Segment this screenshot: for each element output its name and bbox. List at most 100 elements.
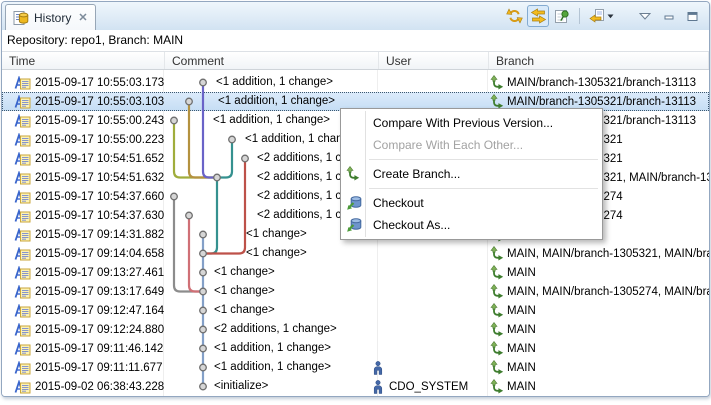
time-cell: 2015-09-17 10:55:03.103 xyxy=(14,92,164,111)
commit-comment: <initialize> xyxy=(214,380,268,392)
time-cell: 2015-09-17 10:55:03.173 xyxy=(14,73,164,92)
tab-bar: History ✕ xyxy=(2,2,709,30)
table-row[interactable]: 2015-09-17 09:12:47.164 <1 change> MAIN xyxy=(2,301,709,320)
table-row[interactable]: 2015-09-17 09:14:04.658 <1 change> MAIN,… xyxy=(2,244,709,263)
context-menu: Compare With Previous Version...Compare … xyxy=(340,108,603,240)
commit-time: 2015-09-17 09:13:27.461 xyxy=(35,267,164,279)
table-row[interactable]: 2015-09-17 10:55:03.173 <1 addition, 1 c… xyxy=(2,73,709,92)
branch-names: MAIN/branch-1305321/branch-13113 xyxy=(507,77,696,89)
history-view-panel: History ✕ xyxy=(1,1,710,397)
commit-icon xyxy=(14,266,31,280)
time-cell: 2015-09-17 10:54:37.660 xyxy=(14,187,164,206)
commit-time: 2015-09-17 09:11:11.677 xyxy=(35,362,162,374)
commit-comment: <1 addition, 1 change> xyxy=(216,76,333,88)
minimize-button[interactable] xyxy=(658,5,680,27)
menu-item-label: Compare With Previous Version... xyxy=(373,116,553,130)
table-row[interactable]: 2015-09-17 09:11:46.142 <1 addition, 1 c… xyxy=(2,339,709,358)
commit-time: 2015-09-17 10:55:00.243 xyxy=(35,115,164,127)
commit-icon xyxy=(14,285,31,299)
commit-icon xyxy=(14,152,31,166)
compare-mode-menu-button[interactable] xyxy=(586,5,616,27)
user-icon xyxy=(373,380,383,394)
branch-names: MAIN, MAIN/branch-1305274, MAIN/branch-1… xyxy=(507,286,709,298)
view-menu-button[interactable] xyxy=(634,5,656,27)
commit-time: 2015-09-02 06:38:43.228 xyxy=(35,381,164,393)
commit-icon xyxy=(14,228,31,242)
table-row[interactable]: 2015-09-17 09:11:11.677 <1 addition, 1 c… xyxy=(2,358,709,377)
commit-icon xyxy=(14,171,31,185)
maximize-icon xyxy=(687,11,699,22)
commit-comment: <1 change> xyxy=(214,266,275,278)
table-row[interactable]: 2015-09-02 06:38:43.228 <initialize> CDO… xyxy=(2,377,709,396)
user-cell: CDO_SYSTEM xyxy=(373,377,468,396)
table-row[interactable]: 2015-09-17 09:13:17.649 <1 change> MAIN,… xyxy=(2,282,709,301)
menu-item-compare-with-previous-version[interactable]: Compare With Previous Version... xyxy=(342,112,601,134)
commit-comment: <1 addition, 1 change> xyxy=(218,95,335,107)
commit-time: 2015-09-17 10:54:51.652 xyxy=(35,153,164,165)
table-row[interactable]: 2015-09-17 09:13:27.461 <1 change> MAIN xyxy=(2,263,709,282)
commit-time: 2015-09-17 09:12:24.880 xyxy=(35,324,164,336)
column-header-time[interactable]: Time xyxy=(2,52,165,69)
branch-names: MAIN xyxy=(507,362,536,374)
branch-names: MAIN xyxy=(507,267,536,279)
checkout-icon xyxy=(346,217,362,233)
commit-comment: <1 addition, 1 change> xyxy=(213,114,330,126)
commit-icon xyxy=(14,304,31,318)
commit-icon xyxy=(14,95,31,109)
table-row[interactable]: 2015-09-17 09:12:24.880 <2 additions, 1 … xyxy=(2,320,709,339)
commit-icon xyxy=(14,342,31,356)
branch-icon xyxy=(490,322,504,337)
menu-item-checkout-as[interactable]: Checkout As... xyxy=(342,214,601,236)
tab-close-icon[interactable]: ✕ xyxy=(78,11,87,24)
commit-comment: <1 change> xyxy=(246,228,307,240)
commit-time: 2015-09-17 09:14:04.658 xyxy=(35,248,164,260)
commit-icon xyxy=(14,114,31,128)
commit-time: 2015-09-17 10:55:00.223 xyxy=(35,134,164,146)
time-cell: 2015-09-17 09:13:27.461 xyxy=(14,263,164,282)
commit-icon xyxy=(14,133,31,147)
maximize-button[interactable] xyxy=(682,5,704,27)
create-branch-icon xyxy=(346,166,360,181)
menu-item-create-branch[interactable]: Create Branch... xyxy=(342,163,601,185)
commit-icon xyxy=(14,247,31,261)
time-cell: 2015-09-17 10:54:37.630 xyxy=(14,206,164,225)
commit-time: 2015-09-17 10:54:37.660 xyxy=(35,191,164,203)
time-cell: 2015-09-17 09:14:31.882 xyxy=(14,225,164,244)
menu-item-label: Checkout As... xyxy=(373,218,450,232)
branch-icon xyxy=(490,360,504,375)
column-header-branch[interactable]: Branch xyxy=(489,52,709,69)
commit-comment: <1 change> xyxy=(214,285,275,297)
branch-cell: MAIN xyxy=(490,358,709,377)
time-cell: 2015-09-17 09:13:17.649 xyxy=(14,282,164,301)
menu-separator xyxy=(369,159,598,160)
commit-time: 2015-09-17 10:54:37.630 xyxy=(35,210,164,222)
branch-cell: MAIN/branch-1305321/branch-13113 xyxy=(490,73,709,92)
menu-item-checkout[interactable]: Checkout xyxy=(342,192,601,214)
time-cell: 2015-09-17 10:54:51.652 xyxy=(14,149,164,168)
time-cell: 2015-09-17 09:12:24.880 xyxy=(14,320,164,339)
page-arrow-icon xyxy=(589,8,605,24)
branch-cell: MAIN xyxy=(490,377,709,396)
branch-names: MAIN xyxy=(507,305,536,317)
branch-icon xyxy=(490,379,504,394)
branch-icon xyxy=(490,284,504,299)
time-cell: 2015-09-17 10:54:51.632 xyxy=(14,168,164,187)
checkout-icon xyxy=(346,195,362,211)
commit-time: 2015-09-17 10:55:03.173 xyxy=(35,77,164,89)
branch-icon xyxy=(490,75,504,90)
link-arrows-icon xyxy=(530,8,547,24)
commit-time: 2015-09-17 10:55:03.103 xyxy=(35,96,164,108)
tab-history[interactable]: History ✕ xyxy=(5,4,96,30)
column-header-comment[interactable]: Comment xyxy=(165,52,379,69)
branch-cell: MAIN xyxy=(490,301,709,320)
commit-icon xyxy=(14,209,31,223)
refresh-button[interactable] xyxy=(503,5,525,27)
time-cell: 2015-09-02 06:38:43.228 xyxy=(14,377,164,396)
tab-label: History xyxy=(34,11,71,25)
column-header-user[interactable]: User xyxy=(379,52,489,69)
commit-time: 2015-09-17 09:11:46.142 xyxy=(35,343,163,355)
chevron-down-icon xyxy=(607,14,614,19)
commit-comment: <1 change> xyxy=(214,304,275,316)
pin-view-button[interactable] xyxy=(551,5,573,27)
link-with-editor-button[interactable] xyxy=(527,5,549,27)
